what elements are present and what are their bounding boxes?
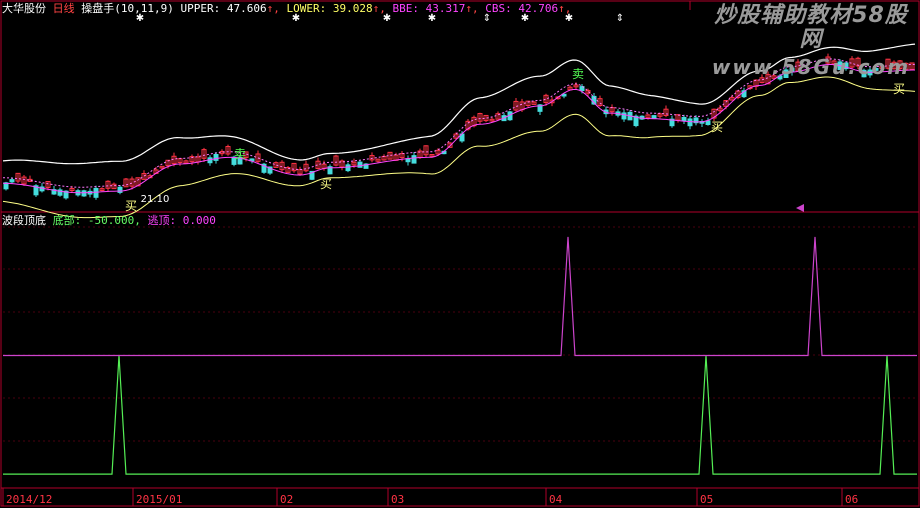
candle-body	[213, 154, 219, 161]
up-arrow-icon: ↑,	[372, 2, 386, 15]
candle-body	[9, 179, 15, 183]
separator: ,	[134, 214, 141, 227]
stock-name: 大华股份	[2, 2, 46, 15]
value-label: CBS:	[478, 2, 519, 15]
watermark: 炒股辅助教材58股网 www.58Gu.com	[706, 3, 916, 79]
value-label: 逃顶:	[140, 214, 183, 227]
trade-annotation: 买	[893, 82, 905, 96]
value-label: 底部:	[52, 214, 88, 227]
trade-annotations: 卖卖买买买买21.10	[125, 67, 905, 213]
value-number: -50.000	[87, 214, 135, 227]
scroll-marker-icon	[796, 204, 804, 212]
candle-body	[117, 186, 123, 193]
x-tick-label: 04	[549, 493, 563, 506]
lower-grid	[3, 226, 917, 442]
trade-annotation: 买	[320, 177, 332, 191]
x-tick-label: 05	[700, 493, 713, 506]
candle-body	[621, 112, 627, 120]
bottom-wave-line	[3, 355, 917, 475]
value-label: LOWER:	[279, 2, 333, 15]
value-number: 39.028	[332, 2, 373, 15]
x-tick-label: 2014/12	[6, 493, 52, 506]
trade-annotation: 21.10	[141, 194, 170, 205]
value-label: UPPER:	[180, 2, 227, 15]
candle-body	[681, 117, 687, 122]
value-number: 0.000	[182, 214, 216, 227]
candle-body	[81, 190, 87, 197]
indicator-params: (10,11,9)	[114, 2, 174, 15]
candle-body	[651, 115, 657, 119]
lower-indicator-name: 波段顶底	[2, 214, 46, 227]
trade-annotation: 买	[125, 199, 137, 213]
value-number: 42.706	[518, 2, 559, 15]
value-number: 47.606	[226, 2, 267, 15]
x-tick-label: 03	[391, 493, 404, 506]
candle-body	[405, 158, 411, 163]
lower-indicator-values: 底部: -50.000, 逃顶: 0.000	[53, 214, 216, 227]
lower-header: 波段顶底 底部: -50.000, 逃顶: 0.000	[2, 214, 216, 227]
x-tick-label: 02	[280, 493, 293, 506]
candle-body	[705, 120, 711, 126]
trade-annotation: 卖	[234, 147, 246, 161]
upper-header: 大华股份 日线 操盘手(10,11,9) UPPER: 47.606↑, LOW…	[2, 2, 571, 15]
period-label: 日线	[52, 2, 75, 15]
date-axis: 2014/12 2015/01 02 03 04 05 06	[2, 488, 858, 506]
candle-body	[93, 187, 99, 198]
trade-annotation: 卖	[572, 67, 584, 81]
candle-body	[357, 161, 363, 168]
candle-body	[687, 118, 693, 127]
value-label: BBE:	[385, 2, 426, 15]
value-number: 43.317	[425, 2, 466, 15]
top-wave-line	[3, 236, 917, 357]
watermark-url: www.58Gu.com	[711, 55, 911, 79]
candle-body	[345, 164, 351, 172]
wave-lines	[3, 236, 917, 475]
indicator-name: 操盘手	[81, 2, 115, 15]
up-arrow-icon: ↑,	[266, 2, 280, 15]
up-arrow-icon: ↑,	[558, 2, 572, 15]
trade-annotation: 买	[711, 120, 723, 134]
bbe-line	[2, 64, 915, 194]
x-tick-label: 06	[845, 493, 858, 506]
x-tick-label: 2015/01	[136, 493, 182, 506]
indicator-values: UPPER: 47.606↑, LOWER: 39.028↑, BBE: 43.…	[180, 2, 571, 15]
up-arrow-icon: ↑,	[465, 2, 479, 15]
signal-star-icon: ⇕	[616, 13, 624, 24]
watermark-title: 炒股辅助教材58股网	[714, 3, 908, 52]
candle-body	[411, 155, 417, 164]
